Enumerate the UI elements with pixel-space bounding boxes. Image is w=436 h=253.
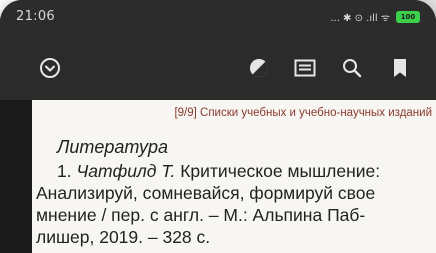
- status-indicators: ... ✱ ⊙ .ıll ᯤ 100: [330, 10, 420, 24]
- status-bar: 21:06 ... ✱ ⊙ .ıll ᯤ 100: [0, 0, 436, 36]
- entry-number: 1.: [57, 161, 72, 181]
- entry-author: Чатфилд Т.: [76, 161, 176, 181]
- phone-screen: 21:06 ... ✱ ⊙ .ıll ᯤ 100 [9/9] Списки уч…: [0, 0, 436, 253]
- entry-line-4: лишер, 2019. – 328 с.: [36, 227, 211, 247]
- book-page[interactable]: [9/9] Списки учебных и учебно-научных из…: [32, 100, 436, 253]
- table-of-contents-icon[interactable]: [293, 56, 317, 80]
- bibliography-entry: 1. Чатфилд Т. Критическое мышление: Анал…: [36, 160, 436, 248]
- search-icon[interactable]: [340, 56, 364, 80]
- entry-title-start: Критическое мышление:: [180, 161, 381, 181]
- status-time: 21:06: [16, 9, 55, 24]
- section-heading: Литература: [57, 137, 168, 157]
- entry-line-1: 1. Чатфилд Т. Критическое мышление:: [36, 160, 436, 182]
- reader-toolbar: [0, 36, 436, 100]
- entry-line-3: мнение / пер. с англ. – М.: Альпина Паб-: [36, 205, 366, 225]
- bookmark-icon[interactable]: [388, 56, 412, 80]
- battery-icon: 100: [396, 11, 420, 23]
- entry-line-2: Анализируй, сомневайся, формируй свое: [36, 183, 376, 203]
- chevron-down-circle-icon[interactable]: [38, 56, 62, 80]
- status-icons-text: ... ✱ ⊙ .ıll ᯤ: [330, 13, 390, 24]
- page-margin: [0, 100, 32, 253]
- running-header: [9/9] Списки учебных и учебно-научных из…: [174, 107, 432, 119]
- contrast-icon[interactable]: [247, 56, 271, 80]
